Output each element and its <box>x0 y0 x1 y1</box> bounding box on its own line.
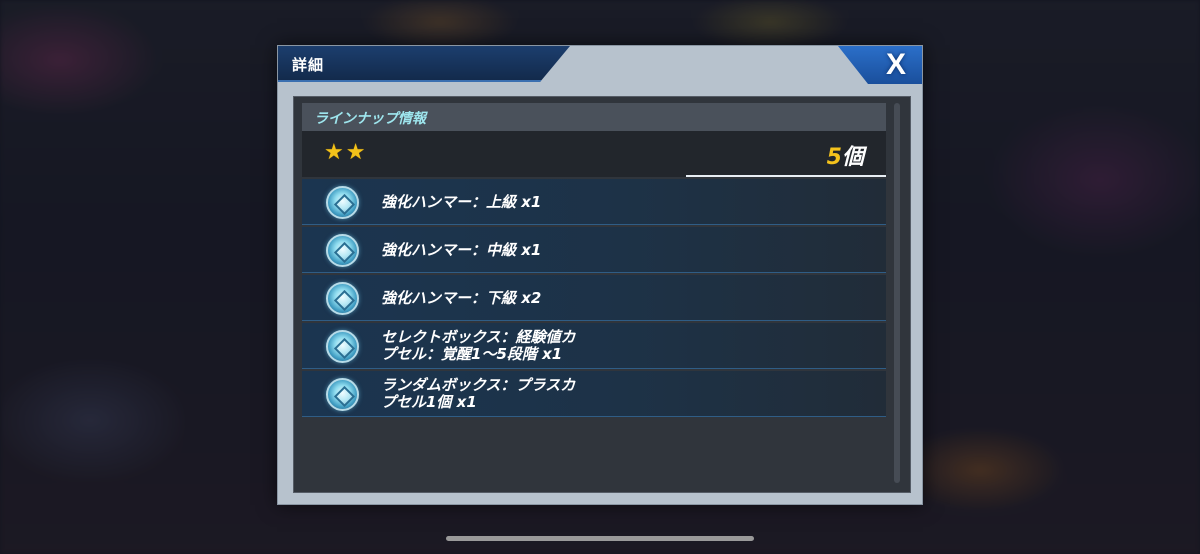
lineup-panel[interactable]: ラインナップ情報 ★ ★ 5個 強化ハンマー：上級 x1 強化ハンマー：中級 x… <box>293 96 911 493</box>
dialog-title: 詳細 <box>292 56 325 74</box>
rarity-stars: ★ ★ <box>324 141 365 165</box>
scrollbar[interactable] <box>894 103 900 483</box>
list-item[interactable]: セレクトボックス：経験値カ プセル：覚醒1～5段階 x1 <box>302 323 886 369</box>
capsule-icon <box>326 378 359 411</box>
item-count-unit: 個 <box>841 145 864 170</box>
home-indicator[interactable] <box>446 536 754 541</box>
section-header: ラインナップ情報 <box>302 103 886 131</box>
item-name: 強化ハンマー：上級 x1 <box>381 192 542 211</box>
list-item[interactable]: 強化ハンマー：上級 x1 <box>302 179 886 225</box>
list-item[interactable]: ランダムボックス：プラスカ プセル1個 x1 <box>302 371 886 417</box>
detail-dialog: 詳細 X ラインナップ情報 ★ ★ 5個 強化ハンマー：上級 x1 強化ハンマー… <box>277 45 923 505</box>
close-icon: X <box>885 48 906 81</box>
item-name: セレクトボックス：経験値カ プセル：覚醒1～5段階 x1 <box>381 328 576 363</box>
item-name: 強化ハンマー：中級 x1 <box>381 240 542 259</box>
capsule-icon <box>326 282 359 315</box>
list-item[interactable]: 強化ハンマー：中級 x1 <box>302 227 886 273</box>
item-name: ランダムボックス：プラスカ プセル1個 x1 <box>381 376 576 411</box>
item-name: 強化ハンマー：下級 x2 <box>381 288 542 307</box>
dialog-title-tab: 詳細 <box>278 46 570 82</box>
section-title: ラインナップ情報 <box>314 111 426 127</box>
list-item[interactable]: 強化ハンマー：下級 x2 <box>302 275 886 321</box>
item-count-number: 5 <box>826 145 842 170</box>
capsule-icon <box>326 234 359 267</box>
item-count: 5個 <box>827 139 864 171</box>
star-icon: ★ <box>324 140 344 165</box>
item-list: 強化ハンマー：上級 x1 強化ハンマー：中級 x1 強化ハンマー：下級 x2 セ… <box>302 179 886 419</box>
capsule-icon <box>326 186 359 219</box>
close-button[interactable]: X <box>838 46 922 84</box>
rarity-row: ★ ★ 5個 <box>302 131 886 177</box>
star-icon: ★ <box>345 140 366 165</box>
capsule-icon <box>326 330 359 363</box>
rarity-divider <box>686 175 886 177</box>
